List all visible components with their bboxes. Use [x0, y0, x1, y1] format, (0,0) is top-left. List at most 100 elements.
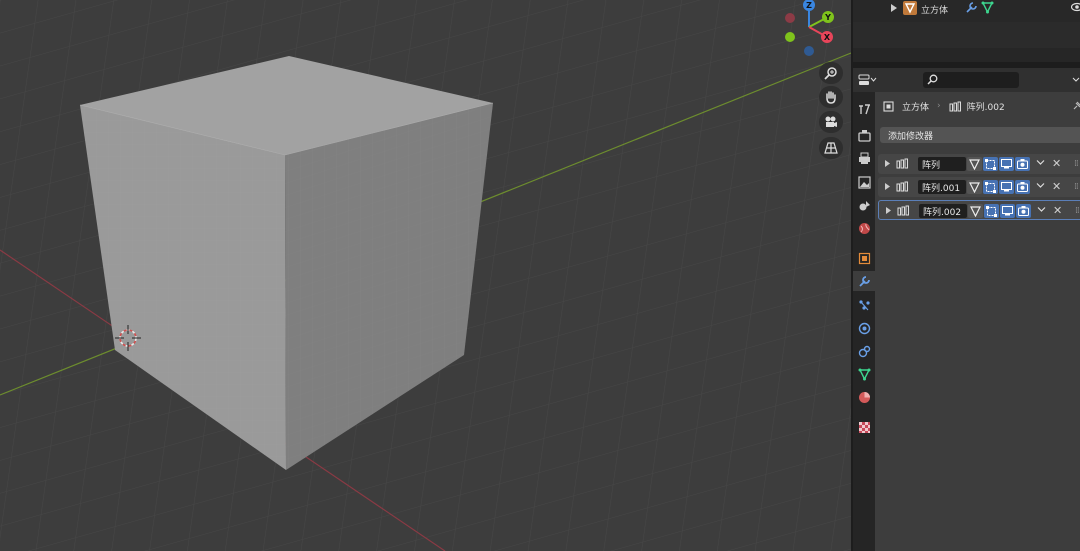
scene-icon: [859, 200, 870, 210]
expand-arrow-icon[interactable]: [886, 207, 891, 214]
edit-mode-icon: [985, 181, 996, 193]
svg-text:Z: Z: [806, 1, 812, 10]
array-modifier-icon: [897, 205, 909, 216]
expand-arrow-icon[interactable]: [891, 4, 897, 15]
viewport-toggle[interactable]: [1000, 204, 1015, 218]
edit-mode-icon: [986, 205, 997, 217]
tab-world[interactable]: [853, 218, 875, 238]
mesh-data-icon[interactable]: [981, 1, 994, 17]
outliner-object-name: 立方体: [921, 6, 949, 16]
outliner-empty-row: [853, 22, 1080, 48]
viewport-toggle[interactable]: [999, 157, 1014, 171]
tab-modifiers[interactable]: [853, 271, 875, 291]
render-toggle[interactable]: [1015, 157, 1030, 171]
search-icon: [927, 74, 938, 85]
hand-icon: [826, 91, 836, 104]
edit-mode-toggle[interactable]: [983, 157, 998, 171]
perspective-toggle-button[interactable]: [819, 137, 843, 159]
properties-search-input[interactable]: [923, 72, 1019, 88]
tab-view-layer[interactable]: [853, 172, 875, 192]
editor-type-selector[interactable]: [858, 72, 884, 88]
render-toggle[interactable]: [1015, 180, 1030, 194]
monitor-icon: [1001, 182, 1012, 192]
chevron-down-icon[interactable]: [1036, 181, 1045, 190]
wrench-modifier-icon[interactable]: [965, 1, 978, 17]
render-toggle[interactable]: [1016, 204, 1031, 218]
monitor-icon: [1001, 159, 1012, 169]
modifier-panel[interactable]: 阵列.001 ✕ ⁞⁞: [878, 177, 1080, 197]
tab-texture[interactable]: [853, 417, 875, 437]
chevron-down-icon[interactable]: [1036, 158, 1045, 167]
tab-physics[interactable]: [853, 318, 875, 338]
properties-editor-icon: [858, 74, 870, 85]
wrench-icon: [858, 275, 870, 287]
cage-icon: [970, 205, 981, 217]
modifier-panel-active[interactable]: 阵列.002 ✕ ⁞⁞: [878, 200, 1080, 220]
breadcrumb-modifier: 阵列.002: [966, 102, 1005, 113]
tab-object[interactable]: [853, 248, 875, 268]
camera-view-button[interactable]: [819, 111, 843, 133]
close-icon[interactable]: ✕: [1052, 180, 1061, 193]
modifier-name-field[interactable]: 阵列: [918, 157, 966, 171]
tab-scene[interactable]: [853, 195, 875, 215]
chevron-down-icon[interactable]: [1037, 205, 1046, 214]
outliner-empty-row: [853, 48, 1080, 62]
particles-icon: [858, 299, 870, 310]
array-modifier-icon: [896, 158, 908, 169]
material-icon: [858, 391, 870, 403]
close-icon[interactable]: ✕: [1052, 157, 1061, 170]
tab-render[interactable]: [853, 125, 875, 145]
3d-viewport[interactable]: Z Y X: [0, 0, 851, 551]
chevron-down-icon[interactable]: [1072, 77, 1080, 83]
array-modifier-icon: [949, 101, 961, 111]
modifier-panel[interactable]: 阵列 ✕ ⁞⁞: [878, 154, 1080, 174]
properties-editor: 立方体 › 阵列.002 添加修改器 阵列 ✕ ⁞⁞ 阵列.001 ✕ ⁞⁞ 阵…: [853, 68, 1080, 551]
modifier-name-field[interactable]: 阵列.001: [918, 180, 966, 194]
svg-text:Y: Y: [824, 13, 831, 22]
on-cage-toggle[interactable]: [968, 204, 983, 218]
expand-arrow-icon[interactable]: [885, 160, 890, 167]
tab-material[interactable]: [853, 387, 875, 407]
grid-perspective-icon: [824, 142, 838, 154]
breadcrumb: 立方体 › 阵列.002: [883, 98, 1005, 114]
gizmo-neg-x: [785, 32, 795, 42]
drag-handle-icon[interactable]: ⁞⁞: [1074, 159, 1079, 169]
camera-icon: [1018, 206, 1029, 216]
array-modifier-icon: [896, 181, 908, 192]
viewport-scene: [0, 0, 851, 551]
camera-icon: [825, 116, 837, 127]
pin-icon[interactable]: [1072, 101, 1080, 111]
viewport-toggle[interactable]: [999, 180, 1014, 194]
expand-arrow-icon[interactable]: [885, 183, 890, 190]
edit-mode-toggle[interactable]: [984, 204, 999, 218]
tab-data[interactable]: [853, 364, 875, 384]
on-cage-toggle[interactable]: [967, 180, 982, 194]
drag-handle-icon[interactable]: ⁞⁞: [1075, 206, 1080, 216]
zoom-icon: [824, 67, 837, 80]
cage-icon: [969, 158, 980, 170]
monitor-icon: [1002, 206, 1013, 216]
object-icon: [858, 252, 870, 264]
on-cage-toggle[interactable]: [967, 157, 982, 171]
image-icon: [857, 175, 871, 189]
edit-mode-toggle[interactable]: [983, 180, 998, 194]
tab-tool[interactable]: [853, 98, 875, 118]
drag-handle-icon[interactable]: ⁞⁞: [1074, 182, 1079, 192]
navigation-gizmo[interactable]: Z Y X: [780, 0, 840, 60]
modifier-name-field[interactable]: 阵列.002: [919, 204, 967, 218]
zoom-button[interactable]: [819, 62, 843, 84]
pan-button[interactable]: [819, 86, 843, 108]
close-icon[interactable]: ✕: [1053, 204, 1062, 217]
tab-output[interactable]: [853, 148, 875, 168]
physics-icon: [858, 322, 870, 334]
breadcrumb-separator: ›: [937, 101, 941, 111]
visibility-eye-icon[interactable]: [1070, 2, 1080, 15]
add-modifier-button[interactable]: 添加修改器: [880, 127, 1080, 143]
camera-icon: [1017, 182, 1028, 192]
breadcrumb-object: 立方体: [902, 102, 930, 113]
tab-particles[interactable]: [853, 295, 875, 315]
properties-tab-bar: [853, 92, 875, 551]
tab-constraints[interactable]: [853, 341, 875, 361]
outliner-panel: 立方体: [853, 0, 1080, 62]
outliner-row-cube[interactable]: 立方体: [853, 0, 1080, 18]
